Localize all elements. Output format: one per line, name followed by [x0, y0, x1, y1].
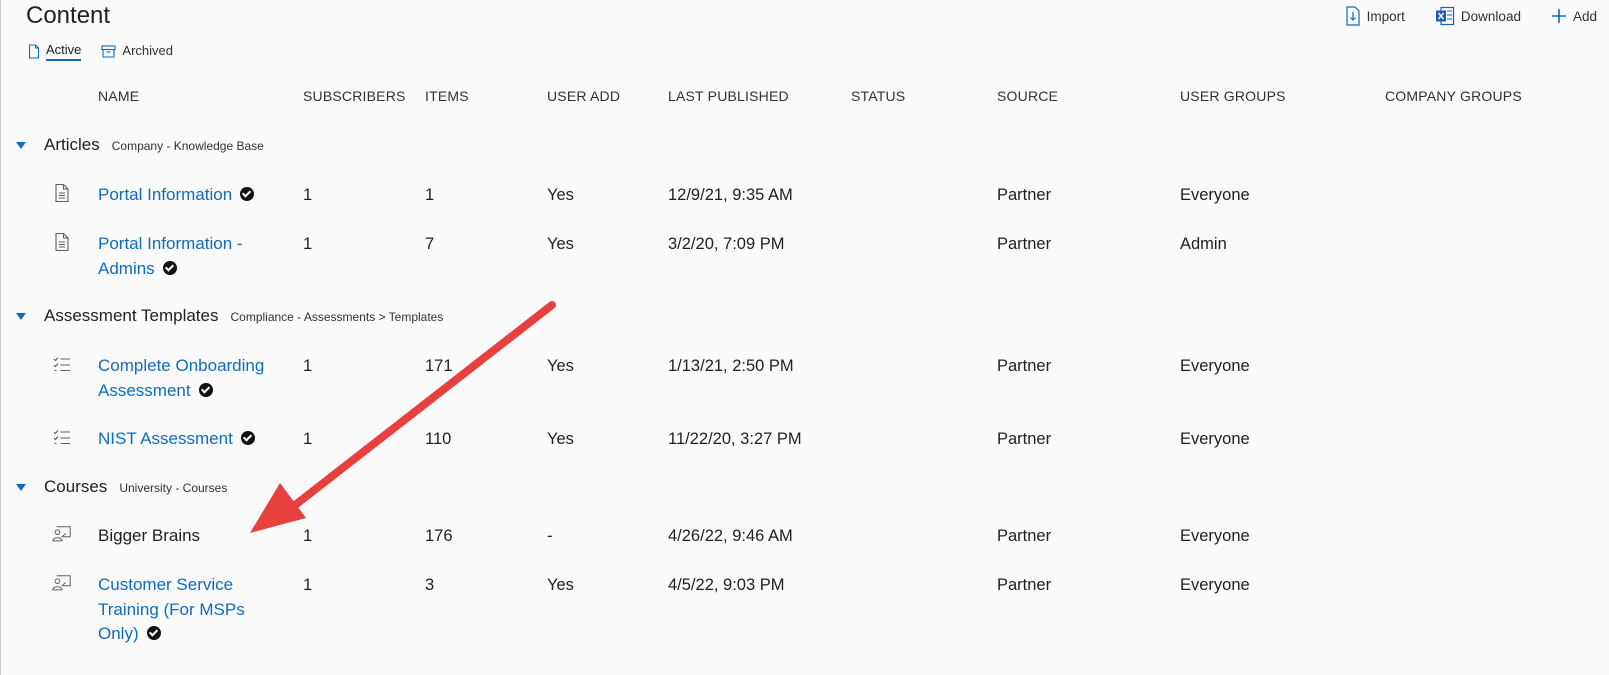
subscribers-cell: 1 [303, 235, 313, 253]
item-name-link[interactable]: Complete Onboarding Assessment [98, 356, 264, 400]
import-icon [1346, 6, 1360, 26]
item-name-cell: Bigger Brains [98, 524, 288, 549]
verified-check-icon [240, 187, 255, 201]
group-path: Compliance - Assessments > Templates [230, 310, 444, 324]
group-header-courses: Courses University - Courses [16, 477, 227, 497]
group-header-articles: Articles Company - Knowledge Base [16, 135, 264, 155]
column-header-items[interactable]: ITEMS [425, 88, 469, 104]
verified-check-icon [240, 431, 255, 445]
course-icon [52, 526, 71, 542]
user-add-cell: Yes [547, 430, 574, 448]
user-groups-cell: Everyone [1180, 430, 1250, 448]
items-cell: 1 [425, 186, 435, 204]
archive-icon [101, 44, 116, 58]
user-groups-cell: Everyone [1180, 186, 1250, 204]
group-name: Assessment Templates [44, 306, 219, 325]
download-button[interactable]: Download [1435, 6, 1521, 26]
last-published-cell: 4/26/22, 9:46 AM [668, 527, 793, 545]
column-header-name[interactable]: NAME [98, 88, 139, 104]
item-name-cell: Portal Information [98, 183, 288, 208]
user-groups-cell: Admin [1180, 235, 1227, 253]
group-header-assessment-templates: Assessment Templates Compliance - Assess… [16, 306, 443, 326]
source-cell: Partner [997, 235, 1052, 253]
user-add-cell: Yes [547, 357, 574, 375]
items-cell: 176 [425, 527, 453, 545]
items-cell: 171 [425, 357, 453, 375]
item-name-cell: Complete Onboarding Assessment [98, 354, 283, 403]
verified-check-icon [198, 382, 213, 397]
group-name: Articles [44, 135, 100, 154]
collapse-caret-icon[interactable] [16, 483, 26, 491]
user-add-cell: Yes [547, 576, 574, 594]
tab-label: Active [46, 42, 82, 61]
column-header-company-groups[interactable]: COMPANY GROUPS [1385, 88, 1522, 104]
last-published-cell: 1/13/21, 2:50 PM [668, 357, 794, 375]
last-published-cell: 4/5/22, 9:03 PM [668, 576, 785, 594]
items-cell: 3 [425, 576, 435, 594]
item-name-cell: Portal Information - Admins [98, 232, 268, 281]
item-name-text[interactable]: Bigger Brains [98, 526, 200, 545]
toolbar: Import Download Add [1345, 6, 1597, 26]
subscribers-cell: 1 [303, 430, 313, 448]
download-label: Download [1460, 8, 1521, 24]
source-cell: Partner [997, 527, 1052, 545]
last-published-cell: 3/2/20, 7:09 PM [668, 235, 785, 253]
add-label: Add [1572, 8, 1597, 24]
item-name-cell: Customer Service Training (For MSPs Only… [98, 573, 263, 647]
item-name-link[interactable]: NIST Assessment [98, 429, 233, 448]
verified-check-icon [146, 626, 161, 640]
items-cell: 110 [425, 430, 452, 448]
column-header-user-groups[interactable]: USER GROUPS [1180, 88, 1286, 104]
column-header-last-published[interactable]: LAST PUBLISHED [668, 88, 789, 104]
tab-active[interactable]: Active [28, 40, 82, 62]
import-button[interactable]: Import [1345, 6, 1405, 26]
item-name-link[interactable]: Portal Information [98, 185, 232, 204]
source-cell: Partner [997, 357, 1052, 375]
add-button[interactable]: Add [1551, 6, 1597, 26]
collapse-caret-icon[interactable] [16, 312, 26, 320]
document-icon [28, 43, 40, 59]
user-add-cell: Yes [547, 235, 574, 253]
user-add-cell: Yes [547, 186, 574, 204]
group-path: Company - Knowledge Base [111, 139, 264, 153]
subscribers-cell: 1 [303, 527, 313, 545]
items-cell: 7 [425, 235, 435, 253]
column-header-subscribers[interactable]: SUBSCRIBERS [303, 88, 406, 104]
group-name: Courses [44, 477, 108, 496]
checklist-icon [53, 430, 70, 445]
item-name-cell: NIST Assessment [98, 427, 288, 452]
excel-icon [1435, 6, 1455, 26]
plus-icon [1551, 9, 1566, 23]
document-icon [55, 232, 69, 252]
tab-label: Archived [122, 42, 173, 58]
column-header-source[interactable]: SOURCE [997, 88, 1058, 104]
document-icon [55, 183, 69, 203]
verified-check-icon [162, 260, 177, 275]
group-path: University - Courses [119, 481, 228, 495]
last-published-cell: 11/22/20, 3:27 PM [668, 430, 802, 448]
tab-bar: Active Archived [28, 40, 173, 62]
collapse-caret-icon[interactable] [16, 141, 26, 149]
item-name-link[interactable]: Customer Service Training (For MSPs Only… [98, 575, 245, 643]
subscribers-cell: 1 [303, 576, 313, 594]
page-title: Content [26, 2, 111, 29]
subscribers-cell: 1 [303, 186, 313, 204]
course-icon [52, 575, 71, 591]
column-header-user-add[interactable]: USER ADD [547, 88, 620, 104]
column-header-status[interactable]: STATUS [851, 88, 905, 104]
user-groups-cell: Everyone [1180, 527, 1250, 545]
window-edge [0, 0, 1, 675]
checklist-icon [53, 357, 70, 372]
user-add-cell: - [547, 527, 553, 545]
tab-archived[interactable]: Archived [101, 40, 173, 62]
last-published-cell: 12/9/21, 9:35 AM [668, 186, 793, 204]
source-cell: Partner [997, 430, 1052, 448]
source-cell: Partner [997, 186, 1052, 204]
user-groups-cell: Everyone [1180, 357, 1250, 375]
user-groups-cell: Everyone [1180, 576, 1250, 594]
source-cell: Partner [997, 576, 1052, 594]
import-label: Import [1366, 8, 1405, 24]
subscribers-cell: 1 [303, 357, 313, 375]
